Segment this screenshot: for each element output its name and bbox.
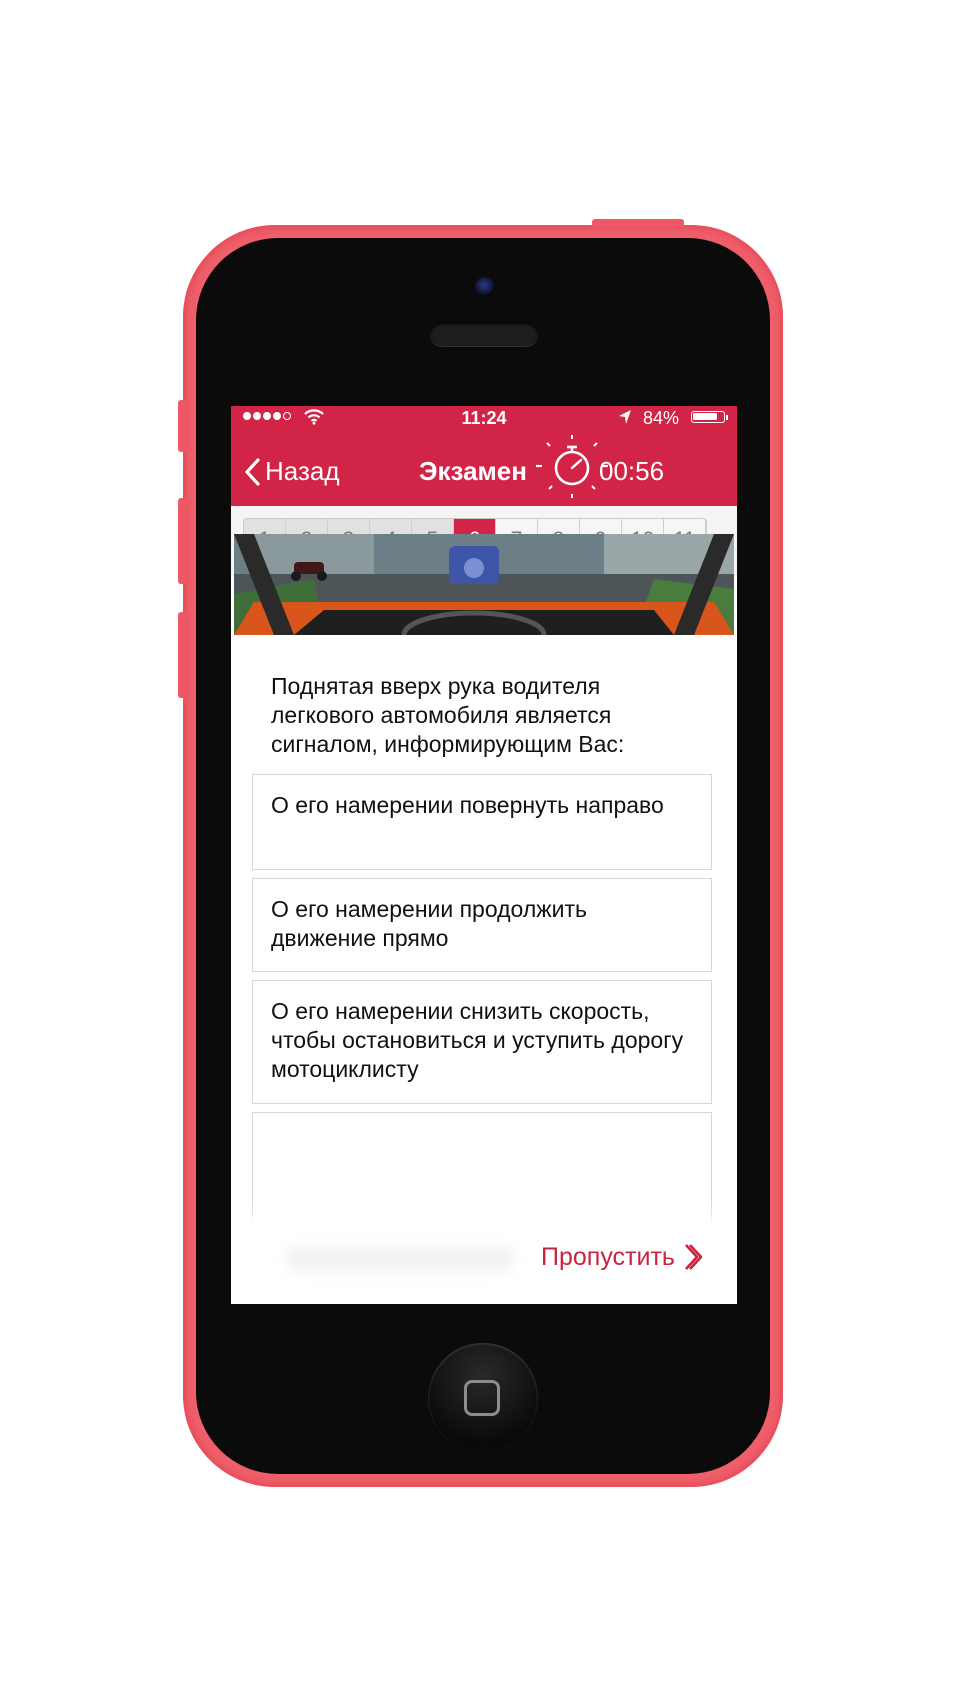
question-text: Поднятая вверх рука водителя легкового а… [271, 673, 625, 757]
chevron-right-icon [684, 1244, 703, 1270]
question-illustration [234, 534, 734, 635]
skip-label: Пропустить [541, 1242, 675, 1271]
answer-option-2[interactable]: О его намерении продолжить движение прям… [252, 878, 712, 972]
battery-level [693, 413, 718, 420]
location-arrow-icon [619, 410, 631, 424]
app-screen: 11:24 84% Назад Экзамен 00:56 Поднятая в… [231, 406, 737, 1304]
mute-switch [178, 400, 186, 452]
blurred-placeholder [285, 1246, 515, 1272]
nav-header: 11:24 84% Назад Экзамен 00:56 [231, 406, 737, 506]
answer-option-3-label: О его намерении снизить скорость, чтобы … [271, 998, 684, 1082]
skip-button[interactable]: Пропустить [541, 1242, 705, 1272]
answer-option-3[interactable]: О его намерении снизить скорость, чтобы … [252, 980, 712, 1104]
back-label: Назад [265, 456, 340, 486]
power-button [592, 219, 684, 227]
volume-down-button [178, 612, 186, 698]
answer-option-2-label: О его намерении продолжить движение прям… [271, 896, 588, 951]
battery-icon [691, 411, 725, 423]
answer-option-1[interactable]: О его намерении повернуть направо [252, 774, 712, 870]
volume-up-button [178, 498, 186, 584]
home-button-square-icon [464, 1380, 500, 1416]
answer-option-1-label: О его намерении повернуть направо [271, 792, 664, 818]
page-title: Экзамен [419, 456, 527, 486]
chevron-left-icon [245, 457, 260, 486]
battery-nub [726, 415, 728, 420]
back-button[interactable]: Назад [243, 456, 340, 487]
front-camera [475, 277, 495, 297]
earpiece-speaker [430, 322, 538, 346]
battery-percent: 84% [643, 408, 680, 428]
exam-timer: 00:56 [599, 456, 665, 486]
status-bar: 11:24 84% [231, 406, 737, 428]
